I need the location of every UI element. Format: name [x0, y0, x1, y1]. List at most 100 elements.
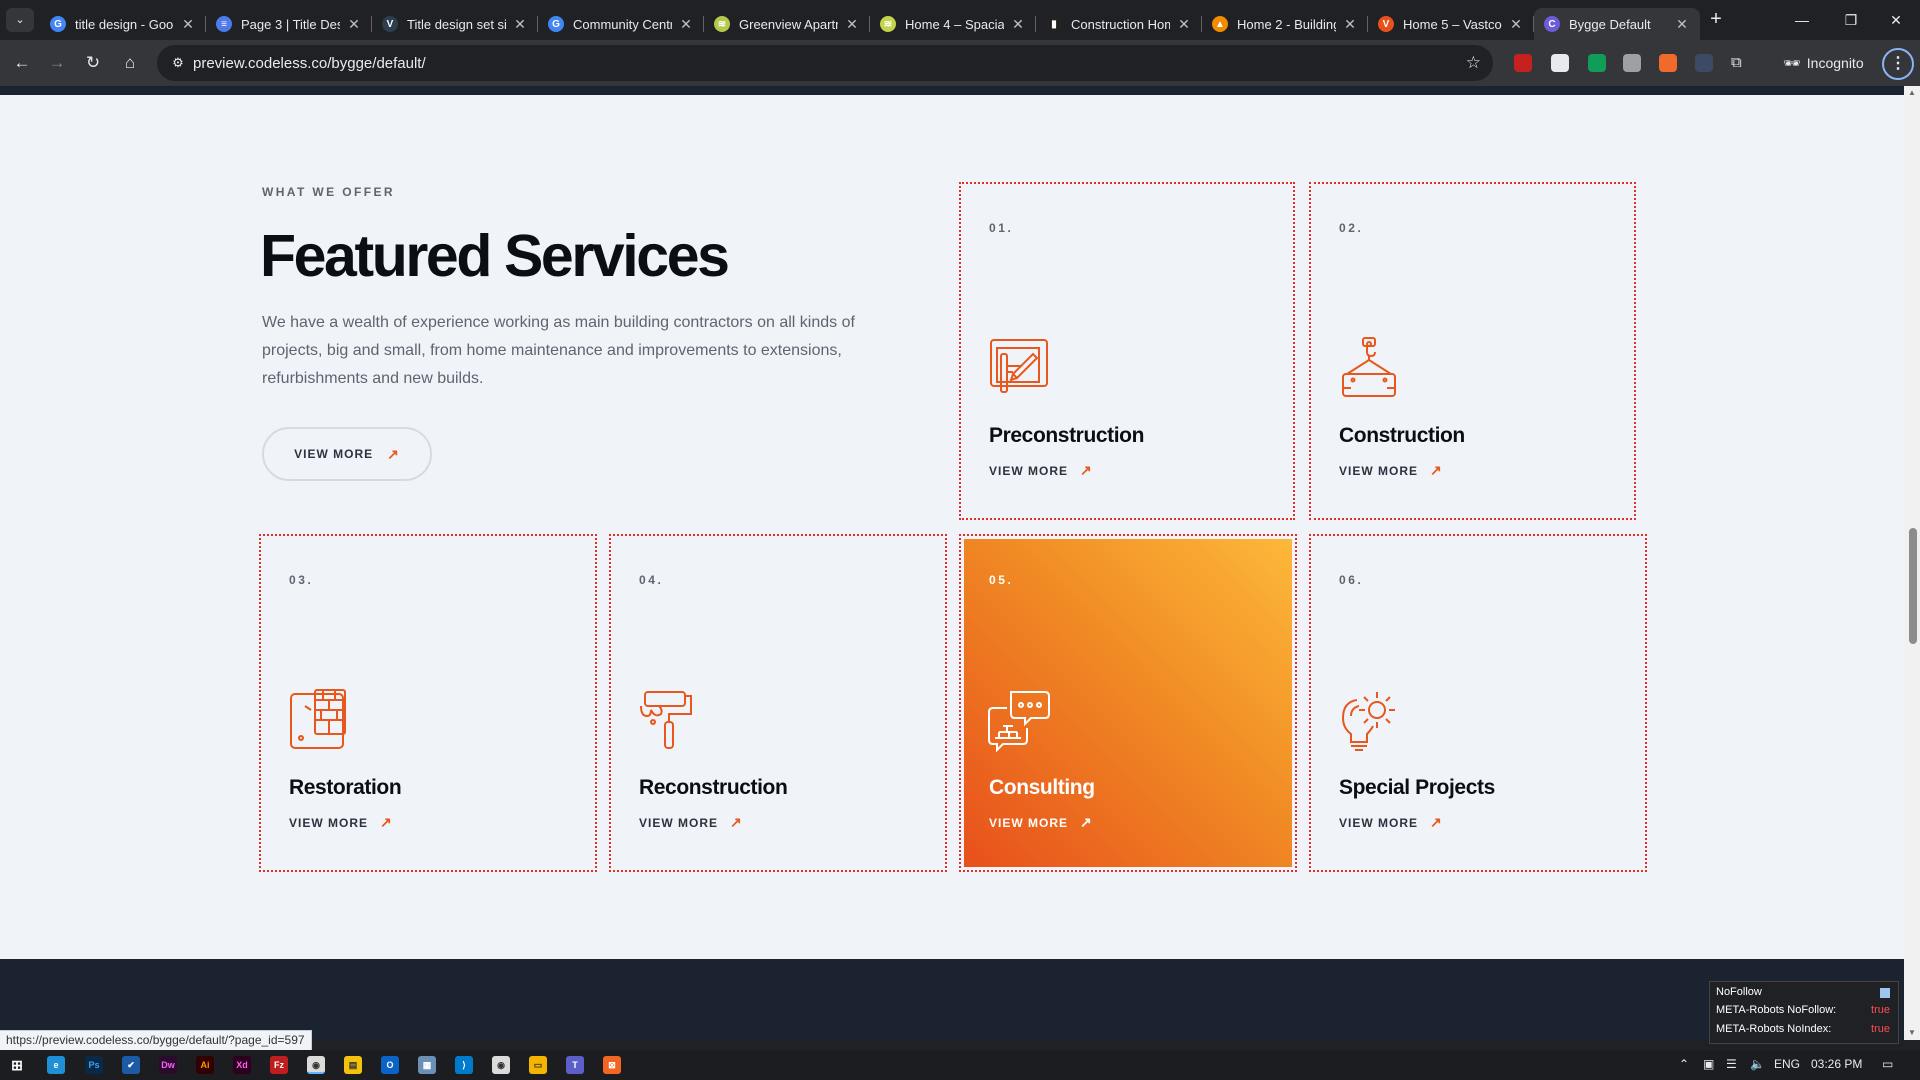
chrome-icon[interactable]: ◉ [492, 1056, 510, 1074]
browser-toolbar: ← → ↻ ⌂ ⚙ preview.codeless.co/bygge/defa… [0, 40, 1920, 86]
service-view-more-link[interactable]: VIEW MORE ↗ [1339, 814, 1443, 831]
service-card-restoration[interactable]: 03. Restoration VIEW MORE ↗ [259, 534, 597, 872]
browser-tab[interactable]: Gtitle design - Goo ✕ [40, 8, 206, 40]
tab-close-icon[interactable]: ✕ [1342, 16, 1358, 33]
new-tab-button[interactable]: + [1704, 8, 1728, 32]
dreamweaver-icon[interactable]: Dw [159, 1056, 177, 1074]
url-text[interactable]: preview.codeless.co/bygge/default/ [193, 55, 426, 72]
edge-icon[interactable]: e [47, 1056, 65, 1074]
service-card-special-projects[interactable]: 06. Special Projects VIEW MORE ↗ [1309, 534, 1647, 872]
camera-extension-icon[interactable] [1623, 54, 1641, 72]
blueprint-icon [990, 339, 1048, 393]
browser-tab[interactable]: ▮ Construction Hom ✕ [1036, 8, 1202, 40]
volume-icon[interactable]: 🔈 [1750, 1057, 1765, 1071]
xampp-icon[interactable]: ⊠ [603, 1056, 621, 1074]
filezilla-icon[interactable]: Fz [270, 1056, 288, 1074]
xd-icon[interactable]: Xd [233, 1056, 251, 1074]
incognito-icon: 🕶 [1783, 55, 1801, 71]
nofollow-close-icon[interactable] [1880, 988, 1890, 998]
todo-icon[interactable]: ✔ [122, 1056, 140, 1074]
tab-close-icon[interactable]: ✕ [512, 16, 528, 33]
chrome-active-icon[interactable]: ◉ [307, 1056, 325, 1074]
scroll-thumb[interactable] [1909, 528, 1917, 644]
home-icon[interactable]: ⌂ [117, 50, 143, 76]
notepad-icon[interactable]: ▦ [418, 1056, 436, 1074]
sticky-notes-icon[interactable]: ▤ [344, 1056, 362, 1074]
gear-bulb-icon [1341, 692, 1395, 751]
tab-close-icon[interactable]: ✕ [1674, 16, 1690, 33]
extension-icon[interactable] [1659, 54, 1677, 72]
site-info-icon[interactable]: ⚙ [169, 54, 187, 72]
service-view-more-link[interactable]: VIEW MORE ↗ [1339, 462, 1443, 479]
service-card-construction[interactable]: 02. Construction VIEW MORE ↗ [1309, 182, 1636, 520]
browser-tab[interactable]: ≋ Greenview Apartm ✕ [704, 8, 870, 40]
google-icon: G [548, 16, 564, 32]
illustrator-icon[interactable]: Ai [196, 1056, 214, 1074]
view-more-label: VIEW MORE [1339, 815, 1419, 830]
tray-app-icon[interactable]: ▣ [1703, 1057, 1714, 1071]
extension-icon[interactable] [1514, 54, 1532, 72]
tab-close-icon[interactable]: ✕ [1508, 16, 1524, 33]
service-number: 06. [1339, 573, 1364, 587]
service-view-more-link[interactable]: VIEW MORE ↗ [639, 814, 743, 831]
service-card-preconstruction[interactable]: 01. Preconstruction VIEW MORE ↗ [959, 182, 1295, 520]
browser-tab[interactable]: ▲ Home 2 - Building ✕ [1202, 8, 1368, 40]
vimeo-icon: V [382, 16, 398, 32]
browser-tab[interactable]: G Community Centr ✕ [538, 8, 704, 40]
windows-taskbar: ⊞ e Ps ✔ Dw Ai Xd Fz ◉ ▤ O ▦ ⟩ ◉ ▭ T ⊠ ⌃… [0, 1050, 1920, 1080]
service-view-more-link[interactable]: VIEW MORE ↗ [989, 462, 1093, 479]
clock[interactable]: 03:26 PM [1811, 1057, 1862, 1071]
service-view-more-link[interactable]: VIEW MORE ↗ [989, 814, 1093, 831]
browser-tab[interactable]: C Bygge Default ✕ [1534, 8, 1700, 40]
restore-icon[interactable]: ❐ [1829, 8, 1873, 32]
browser-tab[interactable]: V Home 5 – Vastcon ✕ [1368, 8, 1534, 40]
extension-icon[interactable] [1695, 54, 1713, 72]
extension-icon[interactable] [1588, 54, 1606, 72]
address-bar[interactable]: ⚙ preview.codeless.co/bygge/default/ ☆ [157, 45, 1493, 81]
back-icon[interactable]: ← [9, 50, 35, 76]
service-card-reconstruction[interactable]: 04. Reconstruction VIEW MORE ↗ [609, 534, 947, 872]
section-title: Featured Services [260, 223, 730, 289]
teams-icon[interactable]: T [566, 1056, 584, 1074]
outlook-icon[interactable]: O [381, 1056, 399, 1074]
tab-title: Bygge Default [1569, 16, 1651, 32]
service-title: Restoration [289, 776, 402, 799]
windows-start-icon[interactable]: ⊞ [8, 1056, 26, 1074]
tab-close-icon[interactable]: ✕ [1176, 16, 1192, 33]
scroll-up-icon[interactable]: ▲ [1904, 86, 1920, 100]
service-view-more-link[interactable]: VIEW MORE ↗ [289, 814, 393, 831]
minimize-icon[interactable]: — [1780, 8, 1824, 32]
tray-overflow-icon[interactable]: ⌃ [1679, 1057, 1689, 1071]
service-title: Special Projects [1339, 776, 1495, 799]
file-explorer-icon[interactable]: ▭ [529, 1056, 547, 1074]
browser-tab[interactable]: ≡ Page 3 | Title Desi ✕ [206, 8, 372, 40]
tab-title: Construction Hom [1071, 16, 1170, 32]
extension-icon[interactable] [1551, 54, 1569, 72]
scroll-down-icon[interactable]: ▼ [1904, 1026, 1920, 1040]
photoshop-icon[interactable]: Ps [85, 1056, 103, 1074]
service-card-consulting[interactable]: 05. Consulting VIEW MORE ↗ [959, 534, 1297, 872]
browser-menu-icon[interactable]: ⋮ [1882, 48, 1914, 80]
notifications-icon[interactable]: ▭ [1882, 1057, 1893, 1071]
network-icon[interactable]: ☰ [1726, 1057, 1737, 1071]
browser-tab[interactable]: ≋ Home 4 – Spaciaz ✕ [870, 8, 1036, 40]
extensions-puzzle-icon[interactable]: ⧉ [1731, 54, 1749, 72]
tab-title: Greenview Apartm [739, 16, 838, 32]
view-more-button[interactable]: VIEW MORE ↗ [262, 427, 432, 481]
tab-close-icon[interactable]: ✕ [1010, 16, 1026, 33]
tab-close-icon[interactable]: ✕ [180, 16, 196, 33]
language-indicator[interactable]: ENG [1774, 1057, 1800, 1071]
bookmark-star-icon[interactable]: ☆ [1466, 53, 1481, 73]
tab-close-icon[interactable]: ✕ [346, 16, 362, 33]
close-window-icon[interactable]: ✕ [1874, 8, 1918, 32]
reload-icon[interactable]: ↻ [80, 50, 106, 76]
vscode-icon[interactable]: ⟩ [455, 1056, 473, 1074]
tab-search-button[interactable]: ⌄ [6, 8, 34, 32]
tab-close-icon[interactable]: ✕ [678, 16, 694, 33]
browser-tab[interactable]: V Title design set sit ✕ [372, 8, 538, 40]
forward-icon[interactable]: → [44, 50, 70, 76]
page-scrollbar[interactable]: ▲ ▼ [1904, 86, 1920, 1040]
tab-close-icon[interactable]: ✕ [844, 16, 860, 33]
tab-title: title design - Goo [75, 16, 174, 32]
incognito-badge[interactable]: 🕶 Incognito [1775, 49, 1872, 77]
